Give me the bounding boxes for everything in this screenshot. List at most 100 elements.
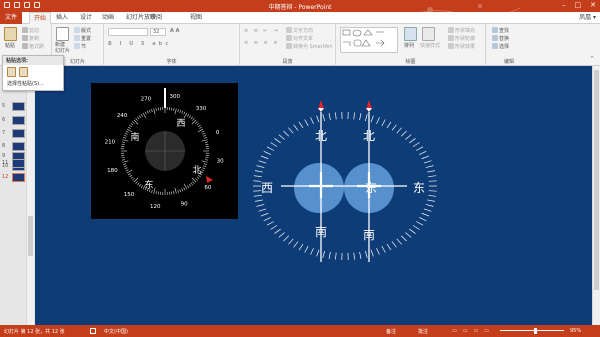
smartart-button[interactable]: 转换为 SmartArt <box>286 43 332 50</box>
slide-thumb-11[interactable]: 11 <box>2 159 26 169</box>
font-group: 32 A A B I U S abc 字体 <box>104 24 240 66</box>
tab-design[interactable]: 设计 <box>80 12 92 24</box>
tab-file[interactable]: 文件 <box>0 12 23 24</box>
find-button[interactable]: 查找 <box>492 27 509 34</box>
ribbon-tabs: 文件 开始 插入 设计 动画 幻灯片放映 审阅 视图 <box>0 12 600 24</box>
slide-thumb-5[interactable]: 5 <box>2 102 26 112</box>
slide-thumb-7[interactable]: 7 <box>2 129 26 139</box>
paste-keep-source-icon[interactable] <box>7 67 16 77</box>
compass-north-label: 北 <box>192 165 201 176</box>
tab-home[interactable]: 开始 <box>29 12 52 24</box>
font-format-icons[interactable]: B I U S abc <box>108 41 171 47</box>
tab-slideshow[interactable]: 审阅 <box>150 12 162 24</box>
slide-thumb-8[interactable]: 8 <box>2 142 26 152</box>
paragraph-group: ≡ ≡ ⇤ ⇥ ≡ ≡ ≡ ≡ 文字方向 对齐文本 转换为 SmartArt 段… <box>240 24 336 66</box>
degree-label: 30 <box>217 159 224 165</box>
font-size-combo[interactable]: 32 <box>150 28 166 36</box>
editing-group-label: 编辑 <box>503 59 514 65</box>
reset-icon <box>74 35 80 41</box>
shapes-gallery[interactable] <box>340 27 398 53</box>
slide-thumb-6[interactable]: 6 <box>2 116 26 126</box>
new-slide-button[interactable]: 新建 幻灯片 <box>55 42 70 54</box>
new-slide-icon[interactable] <box>56 27 69 41</box>
search-icon <box>492 27 498 33</box>
slide-thumbnails: 5 6 7 8 9 10 11 12 <box>0 66 26 325</box>
slide-count: 幻灯片 第 12 张，共 12 张 <box>4 329 65 335</box>
section-button[interactable]: 节 <box>74 43 86 50</box>
diagram-east-mid: 东 <box>365 181 377 195</box>
layout-icon <box>74 27 80 33</box>
replace-icon <box>492 35 498 41</box>
degree-label: 90 <box>181 202 188 208</box>
thumbnail-scroll-thumb[interactable] <box>28 216 33 256</box>
paste-icon[interactable] <box>4 27 17 41</box>
layout-button[interactable]: 版式 <box>74 27 91 34</box>
comments-button[interactable]: 批注 <box>418 328 428 335</box>
replace-button[interactable]: 替换 <box>492 35 509 42</box>
slide-scroll-thumb[interactable] <box>594 70 599 290</box>
editing-group: 查找 替换 选择 编辑 <box>486 24 532 66</box>
select-button[interactable]: 选择 <box>492 43 509 50</box>
cut-button[interactable]: 剪切 <box>22 27 39 34</box>
slide-svg: 0306090120150180210240270 300330 南 西 东 北 … <box>91 83 437 262</box>
tab-insert[interactable]: 插入 <box>56 12 68 24</box>
slide-canvas[interactable]: 0 30 60 90 120 150 180 210 240 270 300 330 南 西 东 北 … <box>35 66 592 325</box>
diagram-north-left: 北 <box>315 129 327 143</box>
font-name-combo[interactable] <box>108 28 148 36</box>
diagram-north-right: 北 <box>363 129 375 143</box>
minimize-button[interactable]: – <box>562 1 566 9</box>
spellcheck-icon[interactable] <box>90 328 96 334</box>
shape-outline-button[interactable]: 形状轮廓 <box>448 35 475 42</box>
scissors-icon <box>22 27 28 33</box>
degree-label: 240 <box>117 113 128 119</box>
slide-scrollbar[interactable] <box>592 66 600 325</box>
tab-review[interactable]: 视图 <box>190 12 202 24</box>
grow-font-icon[interactable]: A A <box>170 28 179 34</box>
slide-thumb-12[interactable]: 12 <box>2 173 26 183</box>
reset-button[interactable]: 重置 <box>74 35 91 42</box>
collapse-ribbon-icon[interactable]: ^ <box>590 56 594 62</box>
paste-picture-icon[interactable] <box>19 67 28 77</box>
user-account[interactable]: 凤凰 ▾ <box>579 12 596 24</box>
format-painter-button[interactable]: 格式刷 <box>22 43 44 50</box>
diagram-south-right: 南 <box>363 227 375 242</box>
language-indicator[interactable]: 中文(中国) <box>104 328 128 335</box>
degree-label: 150 <box>124 192 135 198</box>
diagram-west: 西 <box>261 181 273 195</box>
compass-west-label: 西 <box>176 118 185 129</box>
thumbnail-scrollbar[interactable] <box>26 66 34 325</box>
ribbon: 粘贴 剪切 复制 格式刷 新建 幻灯片 版式 重置 节 幻灯片 32 A A B… <box>0 24 600 66</box>
list-icons[interactable]: ≡ ≡ ⇤ ⇥ <box>244 28 280 34</box>
drawing-group-label: 绘图 <box>405 59 416 65</box>
maximize-button[interactable]: □ <box>575 1 582 9</box>
view-buttons-icon[interactable]: ▭▭▭▭ <box>452 328 495 334</box>
left-circle <box>294 163 344 213</box>
arrange-icon[interactable] <box>404 27 417 41</box>
shape-effects-button[interactable]: 形状效果 <box>448 43 475 50</box>
align-text-button[interactable]: 对齐文本 <box>286 35 313 42</box>
degree-label: 210 <box>105 139 116 145</box>
brush-icon <box>22 43 28 49</box>
close-button[interactable]: ✕ <box>590 1 596 9</box>
align-icons[interactable]: ≡ ≡ ≡ ≡ <box>244 40 280 46</box>
quick-styles-icon[interactable] <box>422 27 435 41</box>
tab-transitions[interactable]: 动画 <box>102 12 114 24</box>
degree-label: 60 <box>204 185 211 191</box>
paste-button[interactable]: 粘贴 <box>5 42 15 49</box>
degree-label: 180 <box>107 168 118 174</box>
notes-button[interactable]: 备注 <box>386 328 396 335</box>
degree-label: 120 <box>150 204 161 210</box>
paste-special-item[interactable]: 选择性粘贴(S)... <box>3 79 63 88</box>
copy-button[interactable]: 复制 <box>22 35 39 42</box>
select-icon <box>492 43 498 49</box>
text-direction-button[interactable]: 文字方向 <box>286 27 313 34</box>
quick-styles-button[interactable]: 快速样式 <box>420 42 440 49</box>
zoom-slider[interactable] <box>500 330 564 331</box>
zoom-slider-thumb[interactable] <box>534 328 537 334</box>
shapes-icon <box>342 29 385 47</box>
diagram-south-left: 南 <box>315 224 327 239</box>
outline-icon <box>448 35 454 41</box>
arrange-button[interactable]: 排列 <box>404 42 414 49</box>
shape-fill-button[interactable]: 形状填充 <box>448 27 475 34</box>
zoom-level[interactable]: 95% <box>570 328 581 334</box>
